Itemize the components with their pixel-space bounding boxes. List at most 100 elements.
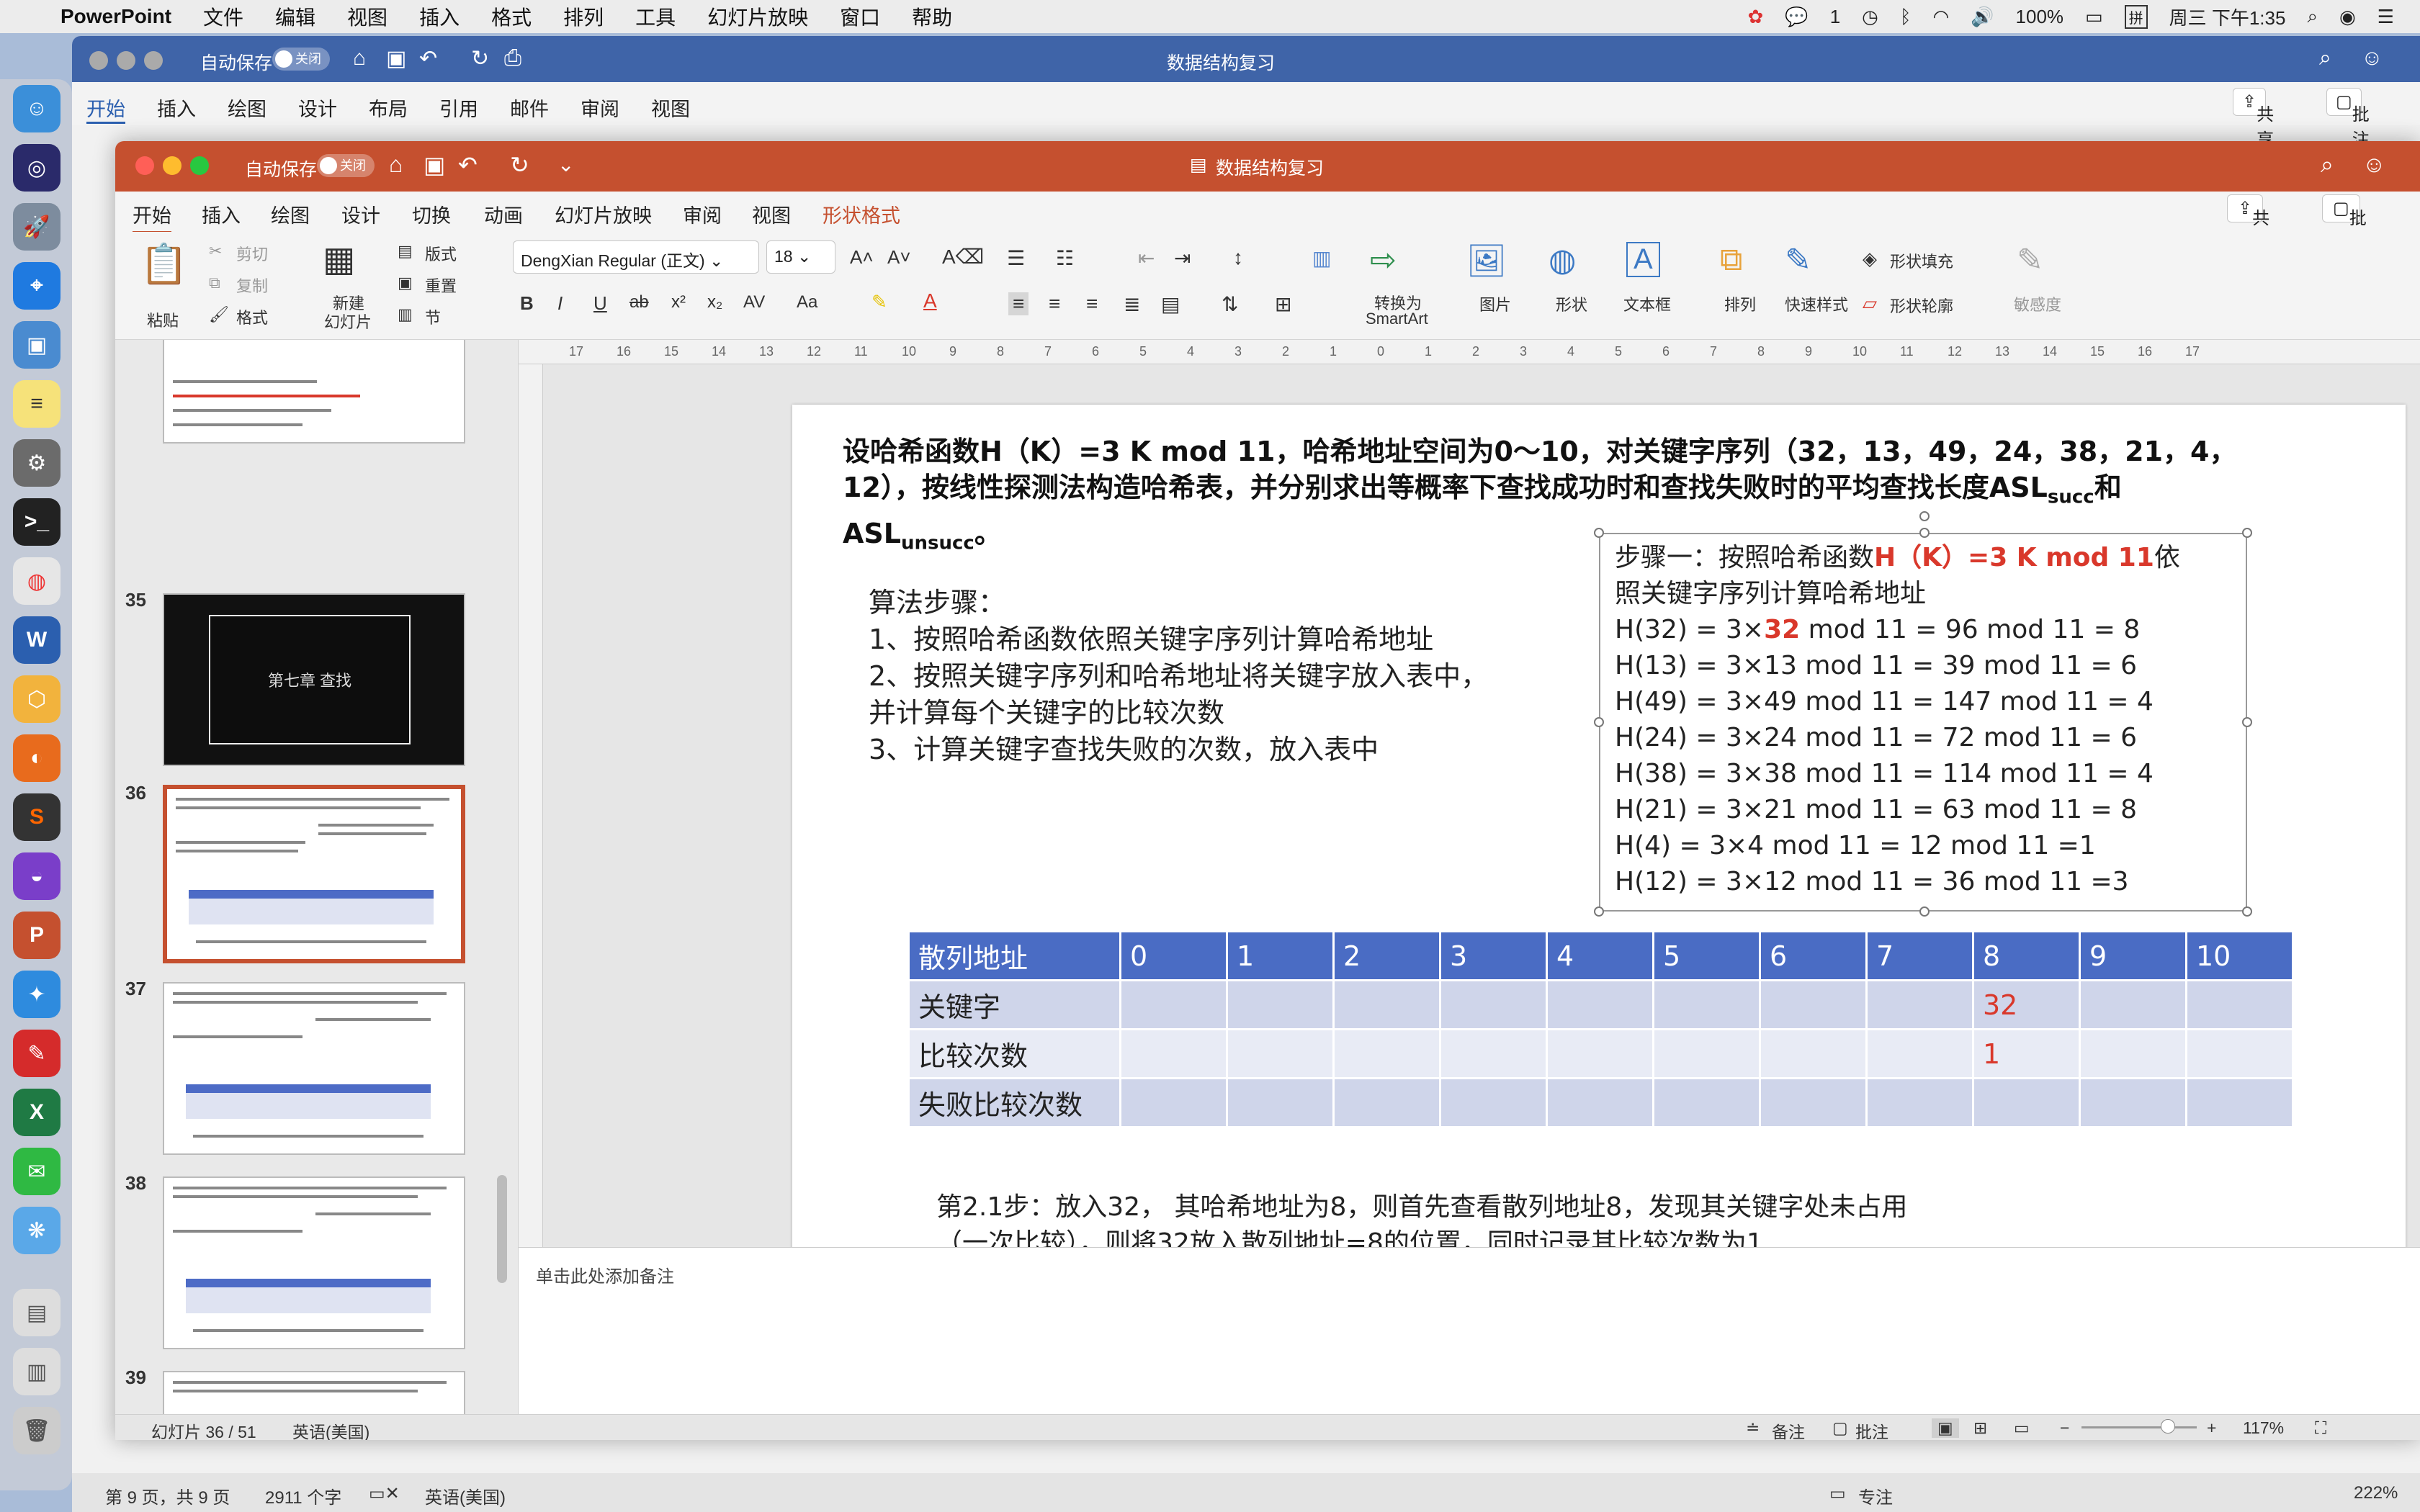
highlight-icon[interactable]: ✎ <box>871 291 887 313</box>
menu-window[interactable]: 窗口 <box>840 2 880 31</box>
textbox-icon[interactable]: A <box>1626 242 1660 277</box>
tab-review[interactable]: 审阅 <box>683 200 722 228</box>
word-minimize-button[interactable] <box>117 51 135 70</box>
font-name-select[interactable]: DengXian Regular (正文) ⌄ <box>513 240 759 274</box>
word-tab-layout[interactable]: 布局 <box>369 94 408 122</box>
align-center-icon[interactable]: ≡ <box>1049 292 1060 315</box>
smartart-icon[interactable]: ⇨ <box>1370 242 1397 279</box>
word-proofing-icon[interactable]: ▭✕ <box>369 1483 400 1504</box>
sublime-icon[interactable]: S <box>13 793 60 841</box>
columns-icon[interactable]: ▥ <box>1312 246 1331 270</box>
ppt-document-title[interactable]: 数据结构复习 <box>1216 154 1324 180</box>
strikethrough-icon[interactable]: ab <box>629 292 649 312</box>
word-account-icon[interactable]: ☺ <box>2361 46 2383 71</box>
ppt-home-icon[interactable]: ⌂ <box>389 151 403 178</box>
word-focus-icon[interactable]: ▭ <box>1829 1483 1846 1504</box>
slide-thumbnail-37[interactable] <box>163 982 465 1155</box>
picture-icon[interactable]: 🖼 <box>1466 242 1507 279</box>
zoom-in-icon[interactable]: + <box>2207 1418 2216 1438</box>
resize-handle[interactable] <box>1594 528 1604 538</box>
slide-thumbnail-35[interactable]: 第七章 查找 <box>163 593 465 766</box>
zoom-slider[interactable] <box>2081 1426 2197 1428</box>
word-undo-icon[interactable]: ↶ <box>419 46 437 71</box>
reading-view-icon[interactable]: ▭ <box>2014 1418 2030 1438</box>
resize-handle[interactable] <box>2242 906 2252 917</box>
word-icon[interactable]: W <box>13 616 60 664</box>
shape-outline-label[interactable]: 形状轮廓 <box>1890 294 1953 317</box>
system-preferences-icon[interactable]: ⚙ <box>13 439 60 487</box>
change-case-icon[interactable]: Aa <box>797 292 817 312</box>
decrease-indent-icon[interactable]: ⇤ <box>1138 246 1155 270</box>
menu-arrange[interactable]: 排列 <box>563 2 604 31</box>
tab-design[interactable]: 设计 <box>341 200 380 228</box>
numbering-icon[interactable]: ☷ <box>1056 246 1074 270</box>
font-color-icon[interactable]: A <box>923 289 937 312</box>
ppt-undo-icon[interactable]: ↶ <box>458 151 478 179</box>
shape-fill-icon[interactable]: ◈ <box>1863 248 1877 270</box>
siri-dock-icon[interactable]: ◎ <box>13 144 60 192</box>
word-tab-design[interactable]: 设计 <box>298 94 337 122</box>
powerpoint-icon[interactable]: P <box>13 912 60 959</box>
word-tab-view[interactable]: 视图 <box>651 94 690 122</box>
zoom-level[interactable]: 117% <box>2243 1418 2284 1438</box>
menu-format[interactable]: 格式 <box>491 2 532 31</box>
volume-icon[interactable]: 🔊 <box>1971 6 1994 28</box>
arrange-label[interactable]: 排列 <box>1724 292 1756 315</box>
word-comment-button[interactable]: ▢ 批注 <box>2326 88 2370 150</box>
cut-icon[interactable]: ✂ <box>209 242 222 261</box>
ppt-search-icon[interactable]: ⌕ <box>2321 151 2334 179</box>
bluetooth-icon[interactable]: ᛒ <box>1900 6 1912 28</box>
justify-icon[interactable]: ≣ <box>1124 292 1140 316</box>
wechat-dock-icon[interactable]: ✉ <box>13 1148 60 1195</box>
excel-icon[interactable]: X <box>13 1089 60 1136</box>
ppt-customize-icon[interactable]: ⌄ <box>557 153 574 176</box>
comments-toggle-label[interactable]: 批注 <box>1855 1418 1888 1440</box>
ppt-comment-button[interactable]: ▢ 批注 <box>2322 194 2367 253</box>
word-status-page[interactable]: 第 9 页，共 9 页 <box>105 1483 230 1508</box>
shape-icon[interactable]: ◍ <box>1549 242 1576 279</box>
status-language[interactable]: 英语(美国) <box>292 1418 369 1440</box>
shape-label[interactable]: 形状 <box>1556 292 1587 315</box>
tab-view[interactable]: 视图 <box>752 200 791 228</box>
tab-slideshow[interactable]: 幻灯片放映 <box>555 200 652 228</box>
network-icon[interactable]: ❋ <box>13 1207 60 1254</box>
distributed-icon[interactable]: ▤ <box>1161 292 1180 316</box>
word-print-icon[interactable]: ⎙ <box>504 46 521 71</box>
comments-toggle-icon[interactable]: ▢ <box>1832 1418 1848 1438</box>
bullets-icon[interactable]: ☰ <box>1007 246 1025 270</box>
word-tab-insert[interactable]: 插入 <box>157 94 196 122</box>
word-zoom-level[interactable]: 222% <box>2354 1483 2398 1503</box>
word-home-icon[interactable]: ⌂ <box>353 46 366 71</box>
format-painter-icon[interactable]: 🖌 <box>209 305 229 324</box>
horizontal-ruler[interactable]: 17 16 15 14 13 12 11 10 9 8 7 6 5 4 3 2 1 0 1 2 3 4 5 6 7 8 9 10 11 1… <box>519 340 2420 364</box>
normal-view-icon[interactable]: ▣ <box>1932 1418 1959 1438</box>
cut-label[interactable]: 剪切 <box>236 242 268 265</box>
superscript-icon[interactable]: x² <box>671 292 686 312</box>
status-slide-number[interactable]: 幻灯片 36 / 51 <box>151 1418 256 1440</box>
spotlight-icon[interactable]: ⌕ <box>2307 5 2318 28</box>
word-status-language[interactable]: 英语(美国) <box>425 1483 506 1508</box>
reset-icon[interactable]: ▣ <box>398 274 413 292</box>
trash-icon[interactable]: 🗑 <box>13 1407 60 1454</box>
word-close-button[interactable] <box>89 51 108 70</box>
notes-pane[interactable]: 单击此处添加备注 <box>519 1247 2420 1414</box>
launchpad-icon[interactable]: 🚀 <box>13 203 60 251</box>
menu-view[interactable]: 视图 <box>347 2 387 31</box>
battery-label[interactable]: 100% <box>2016 6 2064 28</box>
menu-help[interactable]: 帮助 <box>912 2 952 31</box>
ppt-share-button[interactable]: ⇪ 共享 <box>2227 194 2269 253</box>
wechat-icon[interactable]: 💬 <box>1785 6 1808 28</box>
convert-label-2[interactable]: SmartArt <box>1366 310 1428 328</box>
paste-label[interactable]: 粘贴 <box>147 308 179 331</box>
chrome-icon[interactable]: ◍ <box>13 557 60 605</box>
zoom-slider-thumb[interactable] <box>2161 1419 2175 1434</box>
word-tab-review[interactable]: 审阅 <box>581 94 619 122</box>
slide-thumbnail-39[interactable] <box>163 1371 465 1414</box>
safari-icon[interactable]: ⌖ <box>13 262 60 310</box>
resize-handle[interactable] <box>1594 906 1604 917</box>
reset-label[interactable]: 重置 <box>425 274 457 297</box>
sketch-icon[interactable]: ⬡ <box>13 675 60 723</box>
quick-style-icon[interactable]: ✎ <box>1785 242 1811 279</box>
notes-toggle-label[interactable]: 备注 <box>1772 1418 1805 1440</box>
finder-icon[interactable]: ☺ <box>13 85 60 132</box>
